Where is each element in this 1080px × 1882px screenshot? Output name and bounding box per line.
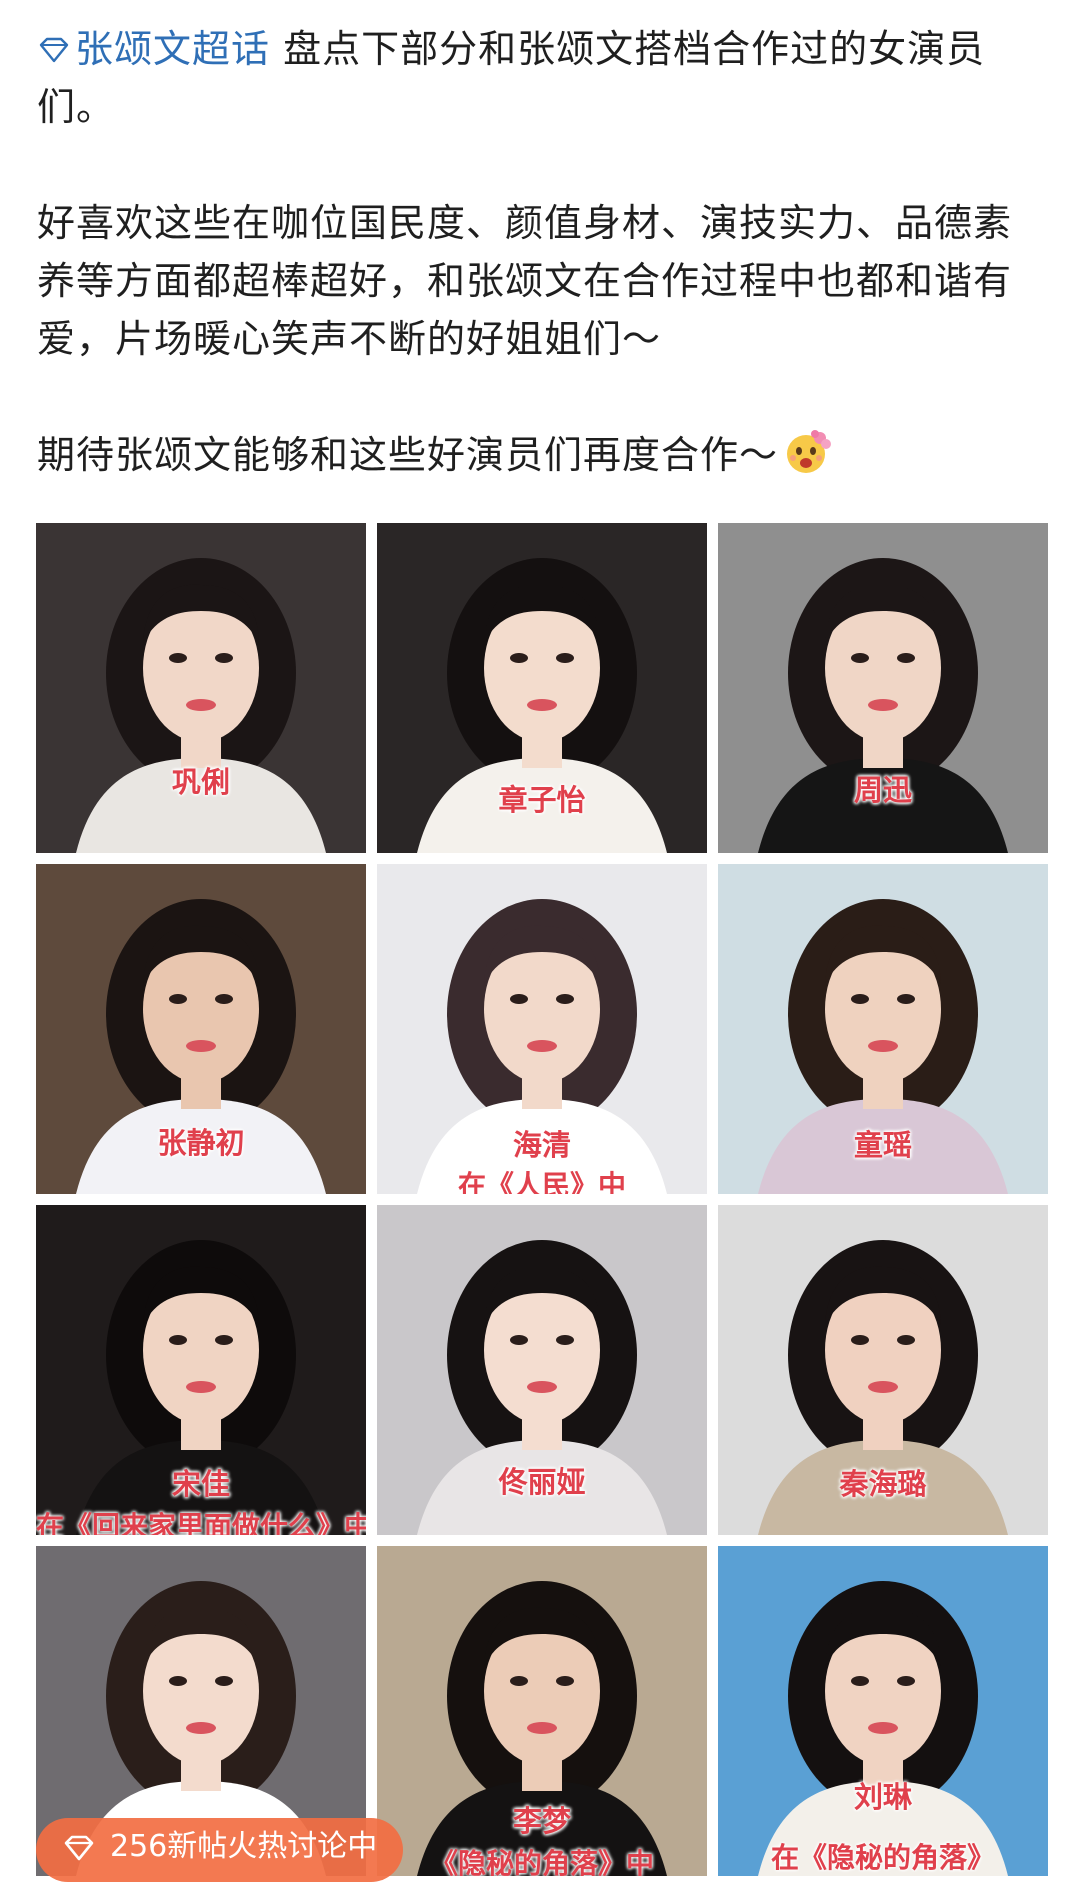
photo-tile[interactable]: 秦海璐: [718, 1205, 1048, 1535]
actress-name-label: 宋佳: [171, 1467, 230, 1501]
actress-name-label: 周迅: [853, 773, 912, 807]
actress-name-label: 巩俐: [171, 765, 230, 799]
photo-tile[interactable]: 章子怡: [377, 523, 707, 853]
actress-name-label: 童瑶: [853, 1128, 912, 1162]
photo-tile[interactable]: 巩俐: [36, 523, 366, 853]
photo-caption: 在《隐秘的角落》: [770, 1841, 995, 1874]
flower-smile-emoji-icon: [787, 430, 832, 473]
actress-name-label: 佟丽娅: [498, 1465, 586, 1499]
actress-name-label: 海清: [512, 1128, 571, 1162]
topic-label: 张颂文超话: [75, 27, 271, 71]
photo-tile[interactable]: 佟丽娅: [377, 1205, 707, 1535]
photo-tile[interactable]: 周迅: [718, 523, 1048, 853]
hot-discussion-label: 256新帖火热讨论中: [110, 1829, 378, 1864]
photo-tile[interactable]: 宋佳在《回来家里面做什么》中: [36, 1205, 366, 1535]
actress-name-label: 李梦: [512, 1804, 571, 1838]
photo-grid: 巩俐 章子怡 周迅 张静初 海清 在《人民》中 童瑶 宋佳 在《回来家里面做什么》中 佟丽娅 秦海璐…: [36, 523, 1048, 1876]
post-body: 张颂文超话 盘点下部分和张颂文搭档合作过的女演员们。 好喜欢这些在咖位国民度、颜…: [37, 20, 1047, 484]
photo-caption: 在《回来家里面做什么》中: [36, 1510, 366, 1535]
post-paragraph-3-text: 期待张颂文能够和这些好演员们再度合作～: [37, 433, 779, 477]
hot-discussion-pill[interactable]: 256新帖火热讨论中: [36, 1818, 404, 1882]
post-paragraph-3: 期待张颂文能够和这些好演员们再度合作～: [37, 426, 1047, 484]
actress-name-label: 章子怡: [498, 783, 586, 817]
photo-caption: 在《人民》中: [457, 1169, 626, 1194]
post-line-1: 张颂文超话 盘点下部分和张颂文搭档合作过的女演员们。: [37, 20, 1047, 136]
post-paragraph-2: 好喜欢这些在咖位国民度、颜值身材、演技实力、品德素养等方面都超棒超好，和张颂文在…: [37, 201, 1013, 361]
photo-caption: 《隐秘的角落》中: [429, 1847, 654, 1876]
photo-tile[interactable]: 海清 在《人民》中: [377, 864, 707, 1194]
gem-topic-icon: [39, 37, 69, 63]
actress-name-label: 秦海璐: [839, 1467, 927, 1501]
gem-icon: [64, 1835, 94, 1861]
actress-name-label: 刘琳: [853, 1780, 912, 1814]
photo-tile[interactable]: 童瑶: [718, 864, 1048, 1194]
topic-link[interactable]: 张颂文超话: [37, 27, 270, 71]
photo-tile[interactable]: 刘琳在《隐秘的角落》: [718, 1546, 1048, 1876]
portrait-photo: [36, 523, 366, 853]
portrait-photo: [718, 1546, 1048, 1876]
photo-tile[interactable]: 李梦《隐秘的角落》中: [377, 1546, 707, 1876]
photo-tile[interactable]: 张静初: [36, 864, 366, 1194]
actress-name-label: 张静初: [157, 1126, 245, 1160]
